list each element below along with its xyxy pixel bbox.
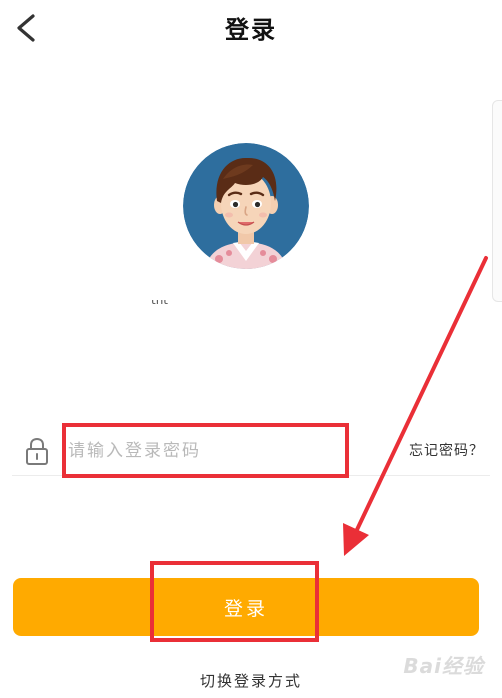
password-row: 忘记密码？ [12, 427, 490, 476]
forgot-password-link[interactable]: 忘记密码？ [409, 440, 484, 460]
avatar [183, 143, 309, 269]
lock-icon [24, 436, 50, 466]
username-text: tnt [151, 300, 169, 307]
top-bar: 登录 [0, 0, 502, 56]
side-drawer-handle[interactable] [492, 100, 502, 302]
cartoon-boy-avatar [183, 143, 309, 269]
watermark: Bai经验 [403, 654, 484, 678]
password-input[interactable] [68, 433, 344, 469]
username-label: tnt [151, 300, 187, 316]
login-button[interactable]: 登录 [13, 578, 479, 636]
page-title: 登录 [225, 16, 277, 44]
